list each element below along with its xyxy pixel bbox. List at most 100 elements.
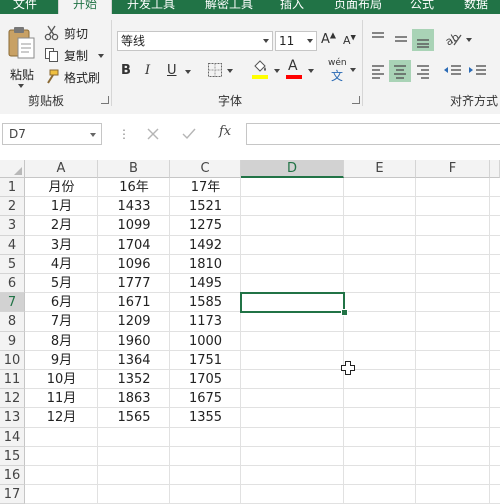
table-cell[interactable]: 1275 (170, 216, 241, 235)
increase-indent-button[interactable] (466, 61, 488, 81)
table-cell[interactable]: 1433 (98, 197, 170, 216)
row-header-12[interactable]: 12 (0, 389, 25, 409)
table-cell[interactable]: 3月 (25, 236, 98, 255)
row-header-11[interactable]: 11 (0, 370, 25, 390)
row-header-15[interactable]: 15 (0, 446, 25, 466)
row-header-10[interactable]: 10 (0, 350, 25, 370)
paste-button[interactable]: 粘贴 (4, 24, 38, 88)
font-color-button[interactable]: A (285, 58, 317, 82)
row-header-9[interactable]: 9 (0, 331, 25, 351)
table-cell[interactable]: 9月 (25, 351, 98, 370)
tab-formulas[interactable]: 公式 (400, 0, 444, 14)
table-cell[interactable]: 1492 (170, 236, 241, 255)
row-header-16[interactable]: 16 (0, 466, 25, 486)
column-header-d[interactable]: D (241, 160, 344, 178)
cut-button[interactable]: 剪切 (44, 24, 96, 42)
formula-bar-splitter-icon[interactable]: ⋮ (118, 127, 131, 141)
table-cell[interactable]: 1585 (170, 293, 241, 312)
table-cell[interactable]: 1月 (25, 197, 98, 216)
tab-page-layout[interactable]: 页面布局 (326, 0, 390, 14)
table-cell[interactable]: 1352 (98, 370, 170, 389)
phonetic-guide-button[interactable]: wén 文 (326, 58, 356, 83)
font-name-select[interactable]: 等线 (117, 31, 273, 51)
column-title-cell[interactable]: 月份 (25, 178, 98, 197)
format-painter-button[interactable]: 格式刷 (44, 68, 106, 86)
table-cell[interactable]: 10月 (25, 370, 98, 389)
decrease-font-size-button[interactable]: A▼ (343, 33, 361, 53)
bottom-align-button[interactable] (412, 29, 434, 51)
row-header-14[interactable]: 14 (0, 427, 25, 447)
column-header-b[interactable]: B (98, 160, 170, 178)
table-cell[interactable]: 1704 (98, 236, 170, 255)
table-cell[interactable]: 1863 (98, 389, 170, 408)
table-cell[interactable]: 1000 (170, 332, 241, 351)
tab-decrypt-tools[interactable]: 解密工具 (196, 0, 262, 14)
table-cell[interactable]: 1777 (98, 274, 170, 293)
clipboard-launcher-icon[interactable] (101, 96, 109, 104)
table-cell[interactable]: 12月 (25, 408, 98, 427)
copy-button[interactable]: 复制 (44, 46, 106, 64)
column-title-cell[interactable]: 16年 (98, 178, 170, 197)
select-all-button[interactable] (0, 160, 25, 178)
table-cell[interactable]: 1675 (170, 389, 241, 408)
table-cell[interactable]: 1565 (98, 408, 170, 427)
column-header-c[interactable]: C (170, 160, 241, 178)
column-header-f[interactable]: F (416, 160, 490, 178)
table-cell[interactable]: 2月 (25, 216, 98, 235)
table-cell[interactable]: 1364 (98, 351, 170, 370)
row-header-17[interactable]: 17 (0, 485, 25, 504)
tab-insert[interactable]: 插入 (272, 0, 312, 14)
selected-cell-outline[interactable] (240, 292, 345, 314)
row-header-4[interactable]: 4 (0, 235, 25, 255)
table-cell[interactable]: 1705 (170, 370, 241, 389)
increase-font-size-button[interactable]: A▲ (321, 31, 341, 51)
font-launcher-icon[interactable] (352, 96, 360, 104)
align-center-button[interactable] (389, 60, 411, 82)
borders-button[interactable] (207, 62, 235, 80)
row-header-1[interactable]: 1 (0, 178, 25, 198)
row-header-6[interactable]: 6 (0, 274, 25, 294)
column-header-a[interactable]: A (25, 160, 98, 178)
table-cell[interactable]: 1355 (170, 408, 241, 427)
align-left-button[interactable] (368, 61, 388, 81)
tab-file[interactable]: 文件 (0, 0, 50, 14)
confirm-formula-button[interactable] (181, 126, 197, 142)
table-cell[interactable]: 1099 (98, 216, 170, 235)
table-cell[interactable]: 1960 (98, 332, 170, 351)
table-cell[interactable]: 6月 (25, 293, 98, 312)
font-size-select[interactable]: 11 (275, 31, 317, 51)
tab-developer[interactable]: 开发工具 (118, 0, 184, 14)
insert-function-button[interactable]: fx (219, 124, 231, 139)
formula-input[interactable] (246, 123, 500, 145)
name-box[interactable]: D7 (2, 123, 102, 145)
align-right-button[interactable] (413, 61, 433, 81)
table-cell[interactable]: 1671 (98, 293, 170, 312)
table-cell[interactable]: 1173 (170, 312, 241, 331)
table-cell[interactable]: 1521 (170, 197, 241, 216)
table-cell[interactable]: 1209 (98, 312, 170, 331)
chevron-down-icon[interactable] (90, 133, 96, 137)
row-header-7[interactable]: 7 (0, 293, 25, 313)
table-cell[interactable]: 1495 (170, 274, 241, 293)
fill-handle[interactable] (341, 309, 348, 317)
top-align-button[interactable] (368, 29, 388, 49)
table-cell[interactable]: 1751 (170, 351, 241, 370)
underline-button[interactable]: U (167, 63, 181, 81)
row-header-3[interactable]: 3 (0, 216, 25, 236)
table-cell[interactable]: 5月 (25, 274, 98, 293)
row-header-2[interactable]: 2 (0, 197, 25, 217)
row-header-13[interactable]: 13 (0, 408, 25, 428)
cancel-formula-button[interactable] (145, 126, 161, 142)
table-cell[interactable]: 1096 (98, 255, 170, 274)
table-cell[interactable]: 7月 (25, 312, 98, 331)
decrease-indent-button[interactable] (441, 61, 463, 81)
table-cell[interactable]: 8月 (25, 332, 98, 351)
middle-align-button[interactable] (391, 29, 411, 49)
bold-button[interactable]: B (121, 63, 135, 81)
tab-data[interactable]: 数据 (454, 0, 498, 14)
column-title-cell[interactable]: 17年 (170, 178, 241, 197)
fill-color-button[interactable] (251, 60, 283, 82)
row-header-5[interactable]: 5 (0, 254, 25, 274)
column-header-e[interactable]: E (344, 160, 416, 178)
table-cell[interactable]: 4月 (25, 255, 98, 274)
